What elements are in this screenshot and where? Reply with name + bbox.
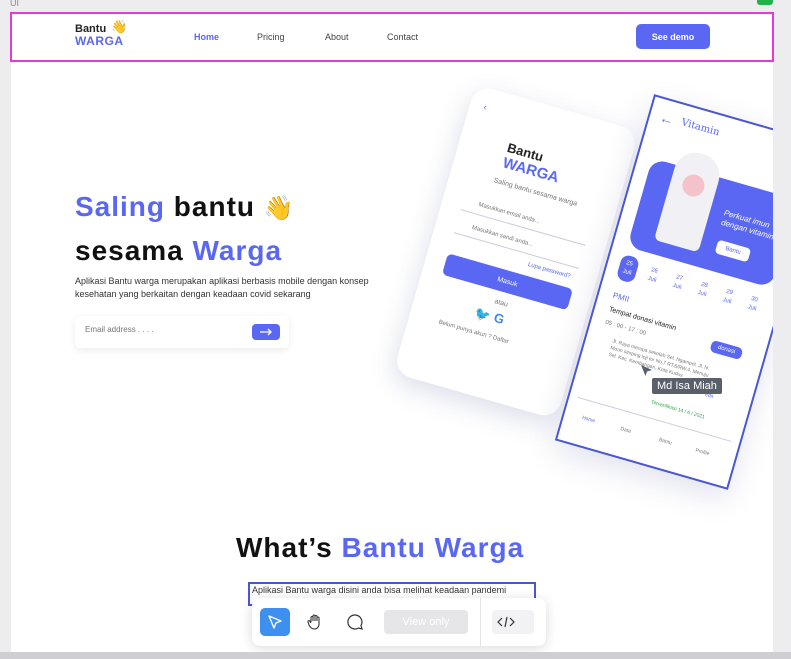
- code-toggle[interactable]: [492, 610, 534, 634]
- date-pill: 26 Juli: [646, 267, 659, 284]
- hero-title-word2: bantu: [173, 191, 256, 222]
- nav-item-home[interactable]: Home: [194, 32, 219, 42]
- back-icon: ‹: [482, 101, 489, 113]
- hand-tool-button[interactable]: [300, 608, 330, 636]
- bottom-toolbar: View only: [252, 598, 546, 646]
- date-pill: 25 Juli: [615, 253, 641, 284]
- doctor-image: [653, 147, 725, 253]
- logo-line2: WARGA: [75, 34, 124, 48]
- pointer-icon: [268, 615, 282, 629]
- submit-arrow-button[interactable]: [252, 324, 280, 340]
- nav-item-contact[interactable]: Contact: [387, 32, 418, 42]
- phone-email-field: Masukkan email anda...: [477, 201, 541, 226]
- tab-data: Data: [619, 425, 632, 435]
- wave-hand-icon: 👋: [263, 195, 295, 222]
- google-icon: G: [492, 309, 507, 328]
- toolbar-divider: [480, 598, 481, 646]
- email-subscribe: [75, 316, 289, 348]
- wave-hand-icon: 👋: [111, 19, 128, 34]
- phone-tagline: Saling bantu sesama warga: [492, 177, 578, 208]
- org-label: PMII: [611, 290, 631, 305]
- nav-item-about[interactable]: About: [325, 32, 349, 42]
- donate-button: donasi: [709, 339, 744, 361]
- back-arrow-icon: ←: [657, 109, 676, 129]
- hero-title: Saling bantu 👋 sesama Warga: [75, 186, 295, 272]
- arrow-right-icon: [260, 328, 272, 336]
- hero-title-word3: sesama: [75, 235, 184, 266]
- section-title: What’s Bantu Warga: [236, 532, 524, 564]
- select-tool-button[interactable]: [260, 608, 290, 636]
- email-input[interactable]: [85, 325, 235, 334]
- tab-home: Home: [581, 414, 596, 425]
- design-canvas: UI Bantu WARGA 👋 Home Pricing About Cont…: [0, 0, 791, 659]
- hero-description: Aplikasi Bantu warga merupakan aplikasi …: [75, 276, 369, 299]
- comment-icon: [347, 614, 363, 630]
- code-icon: [497, 616, 515, 628]
- logo[interactable]: Bantu WARGA 👋: [75, 19, 128, 48]
- tab-bantu: Bantu: [658, 437, 673, 447]
- nav-item-pricing[interactable]: Pricing: [257, 32, 285, 42]
- twitter-icon: 🐦: [472, 305, 493, 325]
- frame-label: UI: [10, 0, 19, 8]
- landing-page-frame: Bantu WARGA 👋 Home Pricing About Contact…: [11, 12, 773, 659]
- comment-tool-button[interactable]: [340, 608, 370, 636]
- date-pill: 29 Juli: [721, 288, 734, 306]
- date-pill: 28 Juli: [696, 281, 709, 299]
- navbar: Bantu WARGA 👋 Home Pricing About Contact…: [11, 12, 773, 62]
- bottom-scrollbar[interactable]: [0, 652, 791, 659]
- status-badge: [757, 0, 773, 5]
- tab-profile: Profile: [694, 447, 710, 458]
- date-pill: 27 Juli: [671, 274, 684, 292]
- banner-button: Bantu: [714, 239, 752, 263]
- cursor-icon: [641, 365, 652, 376]
- collaborator-tooltip: Md Isa Miah: [652, 378, 722, 394]
- phone-logo: Bantu WARGA: [501, 140, 565, 187]
- view-only-button[interactable]: View only: [384, 610, 468, 634]
- section-title-part2: Bantu Warga: [341, 532, 525, 563]
- hero-title-word1: Saling: [75, 191, 166, 222]
- section-title-part1: What’s: [236, 532, 333, 563]
- phone-vitamin-title: Vitamin: [679, 116, 721, 139]
- date-pill: 30 Juli: [746, 295, 759, 313]
- hero-title-word4: Warga: [192, 235, 283, 266]
- see-demo-button[interactable]: See demo: [636, 24, 710, 49]
- verified-status: Terverifikasi 14 / 6 / 2021: [650, 399, 706, 421]
- phone-or-label: atau: [493, 298, 509, 309]
- hand-icon: [307, 614, 320, 630]
- banner-text: Perkuat imun dengan vitamin: [720, 208, 773, 242]
